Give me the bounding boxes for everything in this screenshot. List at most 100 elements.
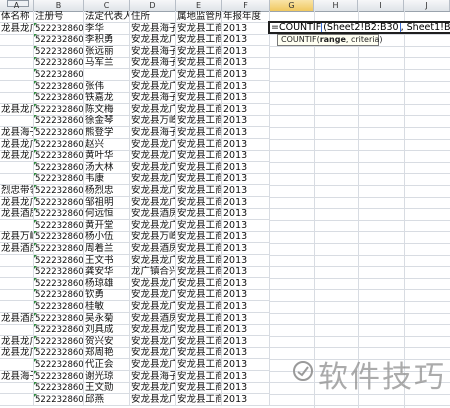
spreadsheet[interactable]: A B C D E F G H I J 体名称 注册号 法定代表人 住所 属地监管所 年报… — [0, 0, 450, 408]
header-cell-a[interactable]: 体名称 — [0, 11, 34, 23]
cell-f[interactable]: 2013 — [222, 219, 270, 232]
cell-e[interactable]: 安龙县工商 — [176, 254, 222, 267]
cell-f[interactable]: 2013 — [222, 266, 270, 279]
cell-d[interactable]: 安龙县龙广 — [130, 382, 176, 395]
cell-e[interactable]: 安龙县工商 — [176, 231, 222, 244]
cell-a[interactable] — [0, 393, 34, 406]
cell-e[interactable]: 安龙县工商 — [176, 324, 222, 337]
cell-b[interactable]: 5222328600 — [34, 359, 84, 371]
cell-e[interactable]: 安龙县工商 — [176, 115, 222, 128]
cell-c[interactable]: 龚安华 — [84, 266, 130, 279]
cell-f[interactable]: 2013 — [222, 115, 270, 128]
cell-c[interactable]: 邹祖明 — [84, 196, 130, 209]
cell-f[interactable]: 2013 — [222, 80, 270, 93]
cell-d[interactable]: 安龙县海子 — [130, 370, 176, 383]
cell-a[interactable] — [0, 254, 34, 267]
cell-d[interactable]: 安龙县龙广 — [130, 185, 176, 197]
column-header-c[interactable]: C — [84, 0, 130, 11]
active-cell-formula[interactable]: =COUNTIF(Sheet2!B2:B30, Sheet1!B2: — [268, 21, 450, 34]
cell-c[interactable]: 徐金琴 — [84, 115, 130, 128]
cell-e[interactable]: 安龙县工商 — [176, 103, 222, 116]
cell-b[interactable]: 5222328600 — [34, 173, 84, 186]
cell-f[interactable]: 2013 — [222, 277, 270, 290]
cell-b[interactable]: 5222328600 — [34, 45, 84, 58]
header-cell-b[interactable]: 注册号 — [34, 11, 84, 23]
tooltip-current-arg[interactable]: range — [320, 35, 346, 44]
cell-f[interactable]: 2013 — [222, 57, 270, 70]
cell-f[interactable]: 2013 — [222, 173, 270, 186]
cell-c[interactable]: 李积勇 — [84, 34, 130, 47]
cell-a[interactable] — [0, 161, 34, 174]
column-header-b[interactable]: B — [34, 0, 84, 11]
cell-f[interactable]: 2013 — [222, 335, 270, 348]
cell-c[interactable]: 黄开堂 — [84, 219, 130, 232]
cell-a[interactable] — [0, 57, 34, 70]
cell-c[interactable]: 杨琼雄 — [84, 277, 130, 290]
cell-d[interactable]: 安龙县龙广 — [130, 69, 176, 81]
cell-a[interactable] — [0, 324, 34, 337]
cell-b[interactable]: 5222328600 — [34, 335, 84, 348]
cell-f[interactable]: 2013 — [222, 347, 270, 360]
cell-e[interactable]: 安龙县工商 — [176, 161, 222, 174]
cell-b[interactable]: 5222328600 — [34, 370, 84, 383]
cell-f[interactable]: 2013 — [222, 231, 270, 244]
cell-d[interactable]: 安龙县海子 — [130, 57, 176, 70]
cell-b[interactable]: 5222328600 — [34, 324, 84, 337]
cell-b[interactable]: 5222328600 — [34, 347, 84, 360]
cell-f[interactable]: 2013 — [222, 312, 270, 325]
cell-b[interactable]: 5222328600 — [34, 277, 84, 290]
cell-a[interactable]: 龙县海子 — [0, 127, 34, 139]
cell-d[interactable]: 安龙县万峰 — [130, 231, 176, 244]
cell-b[interactable]: 5222328600 — [34, 254, 84, 267]
cell-f[interactable]: 2013 — [222, 22, 270, 35]
cell-f[interactable]: 2013 — [222, 69, 270, 81]
cell-d[interactable]: 安龙县酒房 — [130, 243, 176, 255]
cell-d[interactable]: 安龙县龙广 — [130, 80, 176, 93]
cell-a[interactable]: 龙县酒房 — [0, 243, 34, 255]
cell-b[interactable]: 5222328600 — [34, 312, 84, 325]
cell-f[interactable]: 2013 — [222, 208, 270, 221]
cell-a[interactable] — [0, 359, 34, 371]
cell-c[interactable]: 谢光琼 — [84, 370, 130, 383]
cell-e[interactable]: 安龙县工商 — [176, 335, 222, 348]
cell-a[interactable]: 龙县龙广 — [0, 150, 34, 163]
cell-d[interactable]: 安龙县龙广 — [130, 324, 176, 337]
cell-e[interactable]: 安龙县工商 — [176, 266, 222, 279]
cell-f[interactable]: 2013 — [222, 301, 270, 313]
cell-a[interactable]: 龙县龙广 — [0, 138, 34, 151]
cell-e[interactable]: 安龙县工商 — [176, 150, 222, 163]
cell-f[interactable]: 2013 — [222, 254, 270, 267]
cell-e[interactable]: 安龙县工商 — [176, 301, 222, 313]
cell-c[interactable]: 杨小伍 — [84, 231, 130, 244]
cell-f[interactable]: 2013 — [222, 92, 270, 105]
cell-e[interactable]: 安龙县工商 — [176, 138, 222, 151]
cell-c[interactable]: 桂敏 — [84, 301, 130, 313]
cell-c[interactable]: 邱燕 — [84, 393, 130, 406]
cell-e[interactable]: 安龙县工商 — [176, 57, 222, 70]
cell-b[interactable]: 5222328600 — [34, 266, 84, 279]
cell-b[interactable]: 5222328600 — [34, 161, 84, 174]
cell-b[interactable]: 5222328600 — [34, 127, 84, 139]
cell-b[interactable]: 5222328600 — [34, 185, 84, 197]
cell-c[interactable]: 周着兰 — [84, 243, 130, 255]
cell-f[interactable]: 2013 — [222, 150, 270, 163]
cell-f[interactable]: 2013 — [222, 289, 270, 302]
cell-c[interactable]: 刘具成 — [84, 324, 130, 337]
cell-b[interactable]: 5222328600 — [34, 57, 84, 70]
cell-d[interactable]: 安龙县万峰 — [130, 115, 176, 128]
cell-e[interactable]: 安龙县工商 — [176, 127, 222, 139]
cell-c[interactable]: 钦勇 — [84, 289, 130, 302]
cell-d[interactable]: 安龙县龙广 — [130, 103, 176, 116]
cell-a[interactable] — [0, 301, 34, 313]
cell-c[interactable]: 韦康 — [84, 173, 130, 186]
cell-b[interactable]: 5222328600 — [34, 80, 84, 93]
column-header-a[interactable]: A — [0, 0, 34, 11]
cell-b[interactable]: 5222328600 — [34, 69, 84, 81]
cell-a[interactable] — [0, 69, 34, 81]
cell-d[interactable]: 安龙县龙广 — [130, 34, 176, 47]
cell-d[interactable]: 安龙县龙广 — [130, 347, 176, 360]
cell-e[interactable]: 安龙县工商 — [176, 22, 222, 35]
cell-c[interactable]: 贺兴安 — [84, 335, 130, 348]
cell-d[interactable]: 安龙县龙广 — [130, 196, 176, 209]
cell-a[interactable]: 龙县酒房 — [0, 312, 34, 325]
